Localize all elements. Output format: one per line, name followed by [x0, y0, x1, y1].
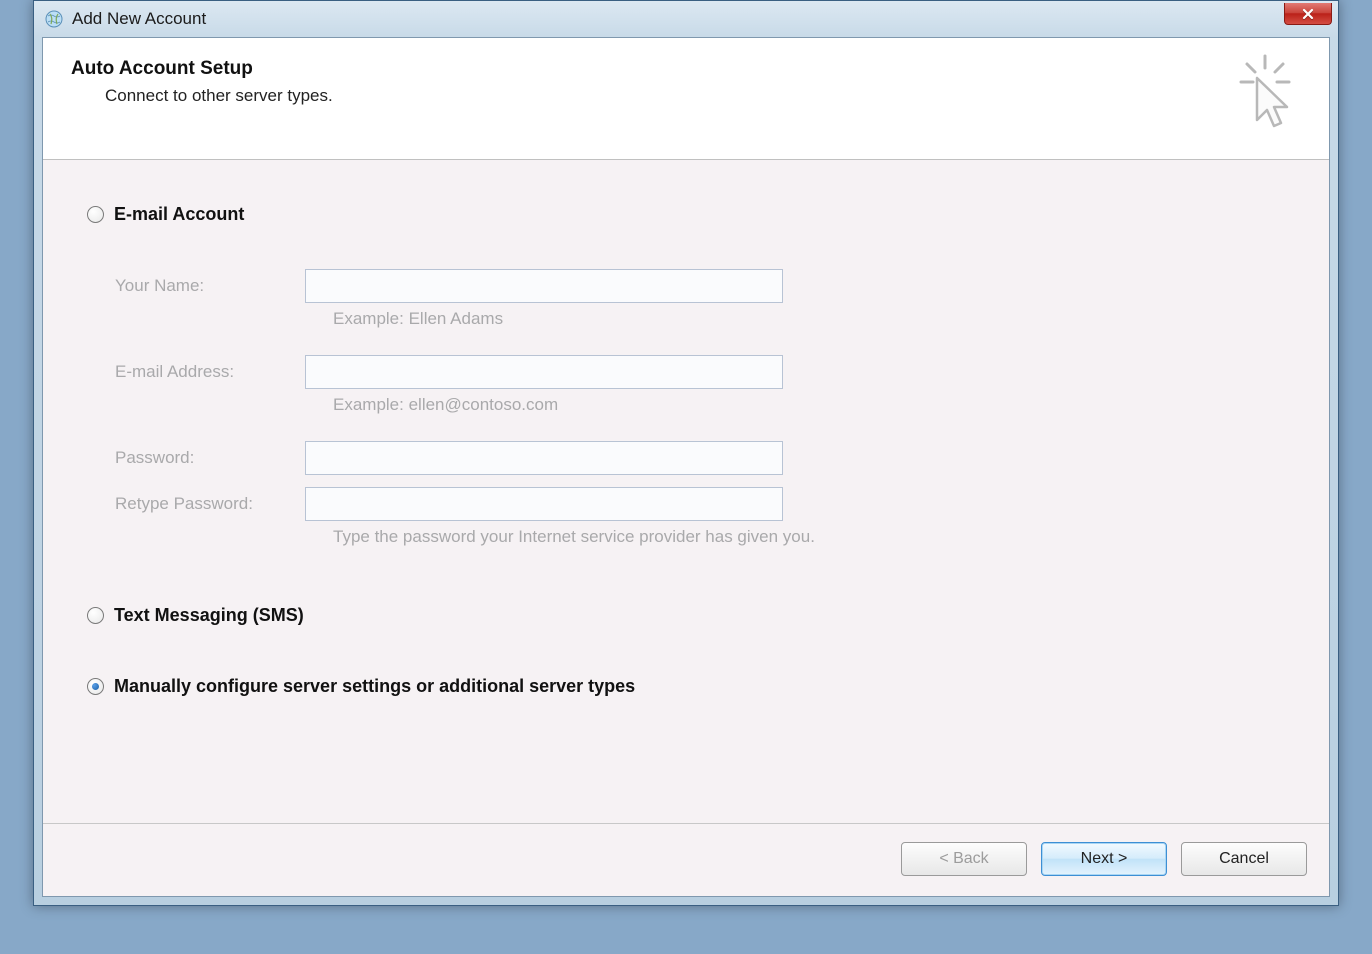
wizard-body: E-mail Account Your Name: Example: Ellen…	[43, 160, 1329, 823]
option-manual-label: Manually configure server settings or ad…	[114, 676, 635, 697]
page-title: Auto Account Setup	[71, 58, 333, 80]
email-address-label: E-mail Address:	[115, 362, 305, 382]
password-input	[305, 441, 783, 475]
client-area: Auto Account Setup Connect to other serv…	[42, 37, 1330, 897]
dialog-window: Add New Account Auto Account Setup Conne…	[33, 0, 1339, 906]
wizard-header: Auto Account Setup Connect to other serv…	[43, 38, 1329, 160]
page-subtitle: Connect to other server types.	[105, 86, 333, 106]
retype-password-input	[305, 487, 783, 521]
app-icon	[44, 9, 64, 29]
password-hint: Type the password your Internet service …	[333, 527, 1291, 547]
radio-icon	[87, 206, 104, 223]
radio-icon	[87, 607, 104, 624]
window-title: Add New Account	[72, 9, 206, 29]
close-icon	[1301, 8, 1315, 20]
your-name-input	[305, 269, 783, 303]
retype-password-label: Retype Password:	[115, 494, 305, 514]
close-button[interactable]	[1284, 3, 1332, 25]
back-button: < Back	[901, 842, 1027, 876]
your-name-hint: Example: Ellen Adams	[333, 309, 1291, 329]
option-manual-configure[interactable]: Manually configure server settings or ad…	[87, 676, 1291, 697]
password-label: Password:	[115, 448, 305, 468]
next-button[interactable]: Next >	[1041, 842, 1167, 876]
email-form: Your Name: Example: Ellen Adams E-mail A…	[115, 269, 1291, 547]
title-bar: Add New Account	[34, 1, 1338, 37]
cancel-button[interactable]: Cancel	[1181, 842, 1307, 876]
wizard-cursor-icon	[1235, 54, 1295, 137]
option-sms-label: Text Messaging (SMS)	[114, 605, 304, 626]
option-text-messaging[interactable]: Text Messaging (SMS)	[87, 605, 1291, 626]
email-address-input	[305, 355, 783, 389]
option-email-label: E-mail Account	[114, 204, 244, 225]
option-email-account[interactable]: E-mail Account	[87, 204, 1291, 225]
radio-icon	[87, 678, 104, 695]
your-name-label: Your Name:	[115, 276, 305, 296]
email-address-hint: Example: ellen@contoso.com	[333, 395, 1291, 415]
wizard-footer: < Back Next > Cancel	[43, 823, 1329, 896]
